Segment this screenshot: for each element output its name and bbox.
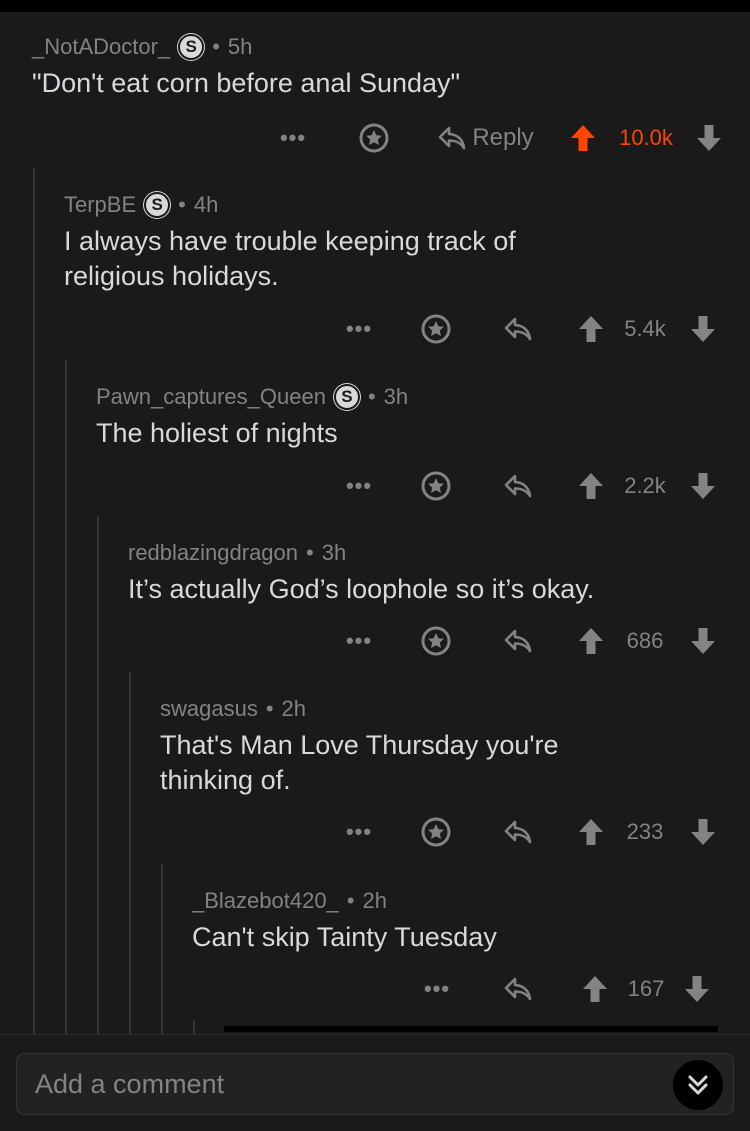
separator-dot: •	[346, 888, 355, 913]
upvote-icon[interactable]	[574, 621, 608, 661]
vote-score: 686	[626, 628, 664, 653]
comment-age: 3h	[383, 384, 409, 409]
top-bar	[0, 0, 750, 12]
comment: _NotADoctor_ S • 5h "Don't eat corn befo…	[32, 32, 750, 101]
more-icon[interactable]: •••	[342, 466, 376, 506]
add-comment-placeholder: Add a comment	[35, 1068, 225, 1099]
vote-score: 2.2k	[624, 473, 666, 498]
upvote-icon[interactable]	[566, 118, 600, 158]
comment-meta: TerpBE S • 4h	[64, 190, 750, 220]
thread-line[interactable]	[97, 516, 99, 1034]
comment-meta: redblazingdragon • 3h	[128, 538, 750, 568]
downvote-icon[interactable]	[680, 969, 714, 1009]
more-icon[interactable]: •••	[420, 969, 454, 1009]
upvote-icon[interactable]	[578, 969, 612, 1009]
vote-score: 5.4k	[624, 316, 666, 341]
reply-icon[interactable]	[500, 309, 536, 349]
thread-line[interactable]	[193, 1020, 195, 1034]
comment-body: It’s actually God’s loophole so it’s oka…	[128, 574, 595, 604]
upvote-icon[interactable]	[574, 309, 608, 349]
award-icon[interactable]	[418, 812, 454, 852]
username[interactable]: _NotADoctor_	[32, 34, 170, 60]
reply-icon	[439, 126, 466, 150]
comment-composer-bar: Add a comment	[0, 1034, 750, 1131]
separator-dot: •	[367, 384, 376, 409]
username[interactable]: TerpBE	[64, 192, 136, 218]
separator-dot: •	[306, 540, 314, 565]
comment: _Blazebot420_ • 2h Can't skip Tainty Tue…	[192, 886, 750, 955]
separator-dot: •	[178, 192, 186, 217]
comment-actions: ••• 686	[0, 621, 750, 661]
downvote-icon[interactable]	[686, 621, 720, 661]
separator-dot: •	[265, 696, 274, 721]
username[interactable]: _Blazebot420_	[192, 888, 339, 914]
comment-meta: swagasus • 2h	[160, 694, 750, 724]
reply-button[interactable]: Reply	[436, 118, 536, 158]
comment-meta: _NotADoctor_ S • 5h	[32, 32, 750, 62]
reply-icon[interactable]	[500, 812, 536, 852]
more-icon[interactable]: •••	[342, 812, 376, 852]
user-badge: S	[178, 34, 205, 60]
reply-icon[interactable]	[500, 969, 536, 1009]
upvote-icon[interactable]	[574, 466, 608, 506]
comment-age: 2h	[362, 888, 387, 913]
next-comment-edge	[224, 1026, 718, 1032]
comment-body-line: I always have trouble keeping track of	[64, 226, 516, 256]
downvote-icon[interactable]	[686, 466, 720, 506]
comment-actions: ••• 233	[0, 812, 750, 852]
vote-score: 167	[627, 976, 665, 1001]
user-badge: S	[144, 192, 171, 218]
reply-label: Reply	[472, 124, 534, 151]
vote-score: 10.0k	[619, 125, 673, 150]
vote-score: 233	[626, 819, 664, 844]
award-icon[interactable]	[356, 118, 392, 158]
reply-icon[interactable]	[500, 621, 536, 661]
comment-meta: _Blazebot420_ • 2h	[192, 886, 750, 916]
comment: swagasus • 2h That's Man Love Thursday y…	[160, 694, 750, 798]
username[interactable]: Pawn_captures_Queen	[96, 384, 326, 410]
comment-body-line: That's Man Love Thursday you're	[160, 730, 559, 760]
comment-body-line: religious holidays.	[64, 261, 279, 291]
comment-body: Can't skip Tainty Tuesday	[192, 922, 497, 952]
comment-body-line: thinking of.	[160, 765, 291, 795]
award-icon[interactable]	[418, 466, 454, 506]
downvote-icon[interactable]	[686, 812, 720, 852]
comment-body: The holiest of nights	[96, 418, 338, 448]
downvote-icon[interactable]	[686, 309, 720, 349]
comment: Pawn_captures_Queen S • 3h The holiest o…	[96, 382, 750, 451]
comment-meta: Pawn_captures_Queen S • 3h	[96, 382, 750, 412]
more-icon[interactable]: •••	[342, 309, 376, 349]
thread-line[interactable]	[33, 168, 35, 1034]
upvote-icon[interactable]	[574, 812, 608, 852]
comment-body: "Don't eat corn before anal Sunday"	[32, 68, 461, 98]
award-icon[interactable]	[418, 309, 454, 349]
more-icon[interactable]: •••	[276, 118, 310, 158]
downvote-icon[interactable]	[692, 118, 726, 158]
reply-icon[interactable]	[500, 466, 536, 506]
comment-age: 5h	[227, 34, 253, 59]
jump-down-icon[interactable]	[673, 1060, 723, 1110]
award-icon[interactable]	[418, 621, 454, 661]
comment-actions: ••• 5.4k	[0, 309, 750, 349]
username[interactable]: redblazingdragon	[128, 540, 298, 566]
add-comment-input[interactable]: Add a comment	[16, 1053, 734, 1115]
user-badge: S	[333, 384, 360, 410]
thread-line[interactable]	[65, 360, 67, 1034]
username[interactable]: swagasus	[160, 696, 258, 722]
comment-age: 4h	[193, 192, 219, 217]
comment-actions: ••• 167	[0, 969, 750, 1009]
comment-actions: ••• 2.2k	[0, 466, 750, 506]
comment-age: 3h	[321, 540, 347, 565]
comment: redblazingdragon • 3h It’s actually God’…	[128, 538, 750, 607]
comment: TerpBE S • 4h I always have trouble keep…	[64, 190, 750, 294]
comment-age: 2h	[281, 696, 307, 721]
comment-actions: ••• Reply 10.0k	[0, 118, 750, 158]
separator-dot: •	[212, 34, 220, 59]
more-icon[interactable]: •••	[342, 621, 376, 661]
